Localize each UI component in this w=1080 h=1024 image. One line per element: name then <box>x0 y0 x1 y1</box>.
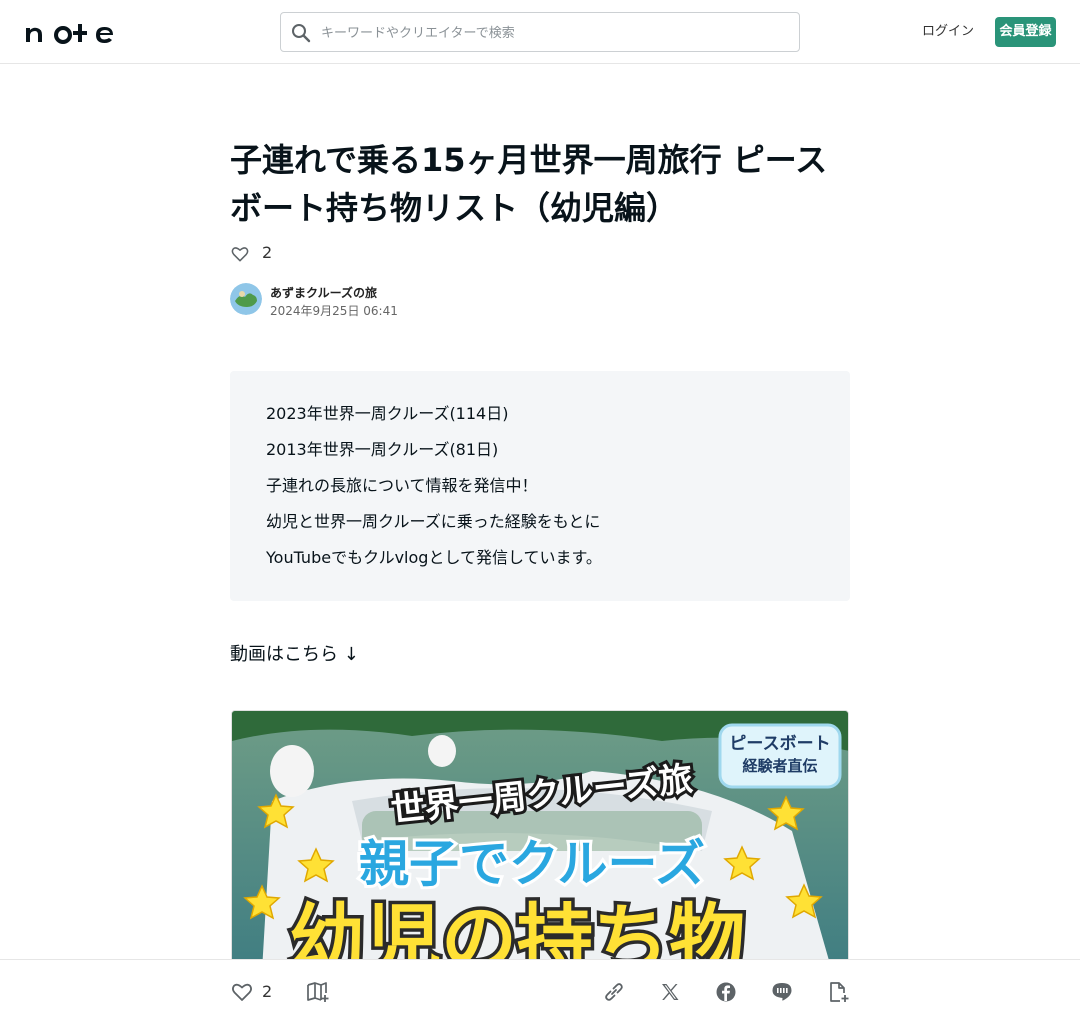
profile-line: YouTubeでもクルvlogとして発信しています。 <box>266 548 602 567</box>
search-icon <box>292 24 311 43</box>
publish-date: 2024年9月25日 06:41 <box>270 304 398 318</box>
author-name[interactable]: あずまクルーズの旅 <box>270 284 377 301</box>
like-count: 2 <box>262 243 273 262</box>
x-icon[interactable] <box>658 980 682 1004</box>
magazine-add-icon[interactable] <box>306 980 330 1004</box>
link-icon[interactable] <box>602 980 626 1004</box>
heart-icon[interactable] <box>230 980 254 1004</box>
profile-box: 2023年世界一周クルーズ(114日) 2013年世界一周クルーズ(81日) 子… <box>230 371 850 601</box>
signup-button[interactable]: 会員登録 <box>995 17 1056 47</box>
badge-text-1: ピースボート <box>729 734 830 754</box>
profile-line: 幼児と世界一周クルーズに乗った経験をもとに <box>266 512 601 531</box>
login-link[interactable]: ログイン <box>920 18 976 46</box>
bottom-action-bar: 2 <box>0 959 1080 1024</box>
profile-line: 2023年世界一周クルーズ(114日) <box>266 404 509 423</box>
bottom-like-count: 2 <box>262 982 273 1001</box>
thumbnail-middle-text: 親子でクルーズ <box>359 835 705 893</box>
video-thumbnail[interactable]: ピースボート 経験者直伝 世界一周クルーズ旅 親子でクルーズ 幼児の持ち物 <box>231 710 849 970</box>
lead-text: 動画はこちら ↓ <box>230 644 359 665</box>
note-logo[interactable] <box>24 20 124 44</box>
search-box[interactable] <box>280 12 800 52</box>
site-header: ログイン 会員登録 <box>0 0 1080 64</box>
line-icon[interactable] <box>770 980 794 1004</box>
profile-line: 子連れの長旅について情報を発信中！ <box>266 476 538 495</box>
facebook-icon[interactable] <box>714 980 738 1004</box>
search-input[interactable] <box>319 19 783 47</box>
badge-text-2: 経験者直伝 <box>742 757 817 775</box>
article-title: 子連れで乗る15ヶ月世界一周旅行 ピースボート持ち物リスト（幼児編） <box>230 141 828 227</box>
author-avatar[interactable] <box>230 283 262 315</box>
heart-icon <box>231 247 249 262</box>
embed-icon[interactable] <box>826 980 850 1004</box>
profile-line: 2013年世界一周クルーズ(81日) <box>266 440 499 459</box>
